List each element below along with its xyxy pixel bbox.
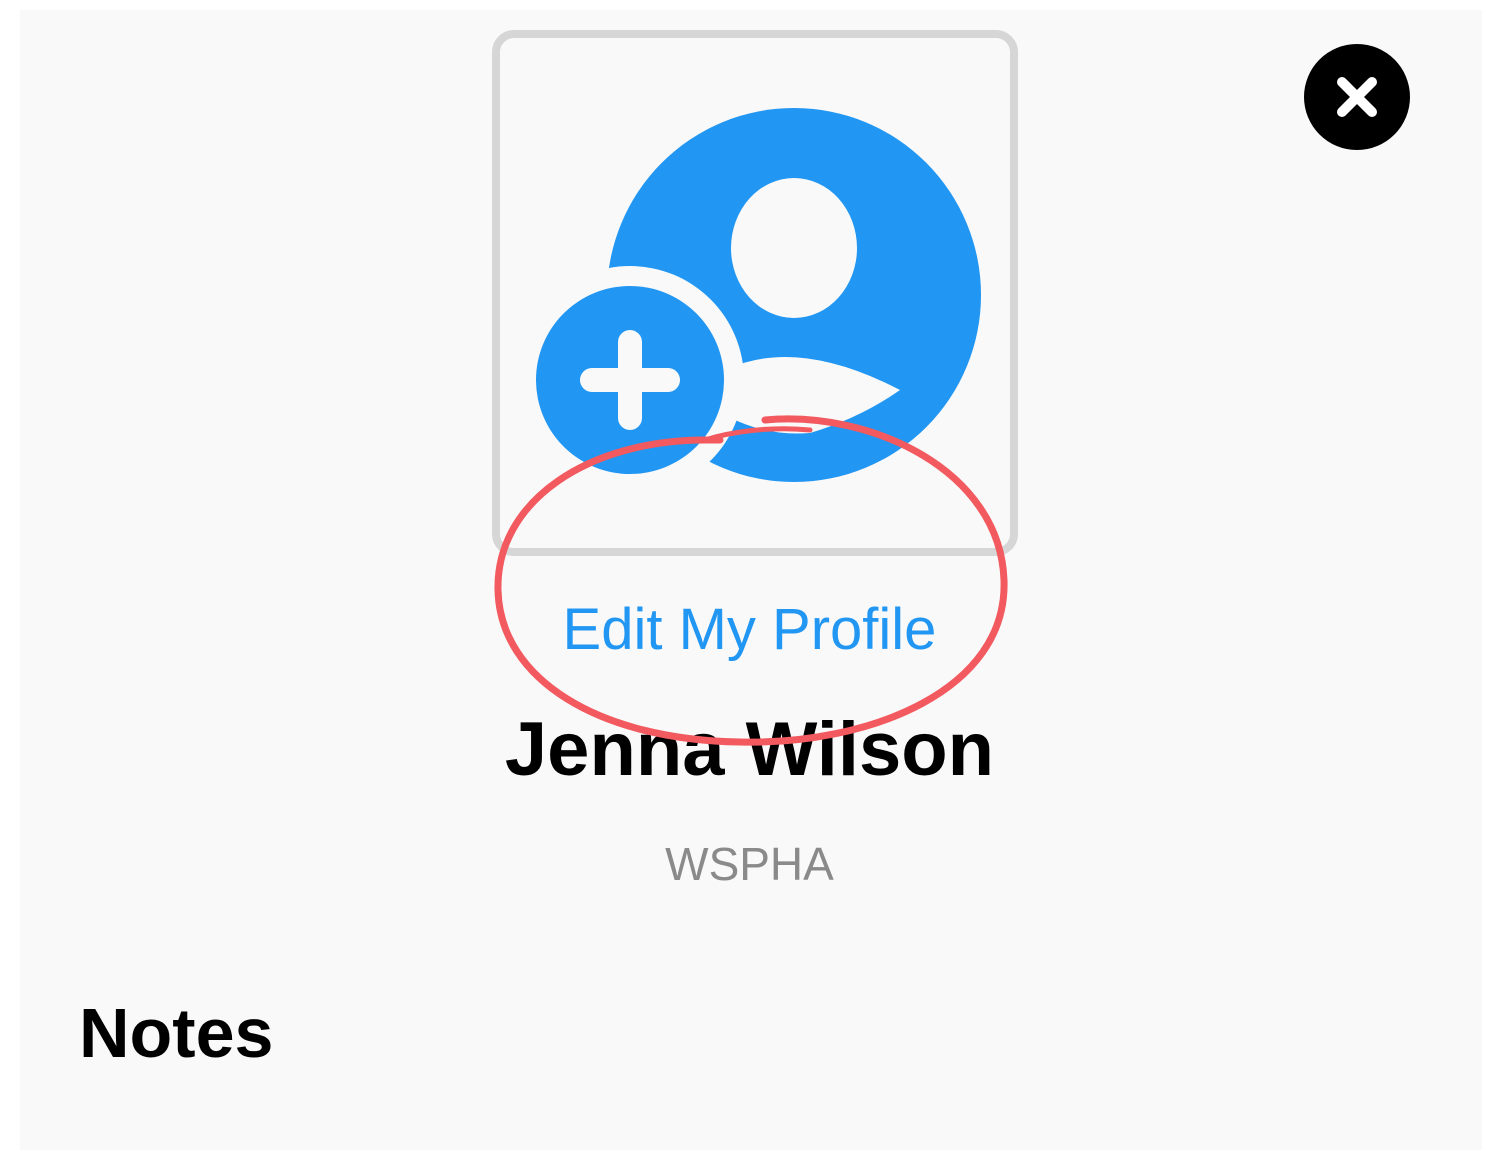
user-organization: WSPHA bbox=[665, 838, 834, 890]
notes-heading: Notes bbox=[79, 994, 274, 1072]
add-user-icon bbox=[516, 108, 981, 494]
profile-photo-button[interactable] bbox=[492, 30, 1018, 556]
close-button[interactable] bbox=[1304, 44, 1410, 150]
user-name: Jenna Wilson bbox=[504, 707, 995, 792]
edit-profile-link[interactable]: Edit My Profile bbox=[0, 595, 1499, 665]
close-icon bbox=[1337, 77, 1377, 117]
